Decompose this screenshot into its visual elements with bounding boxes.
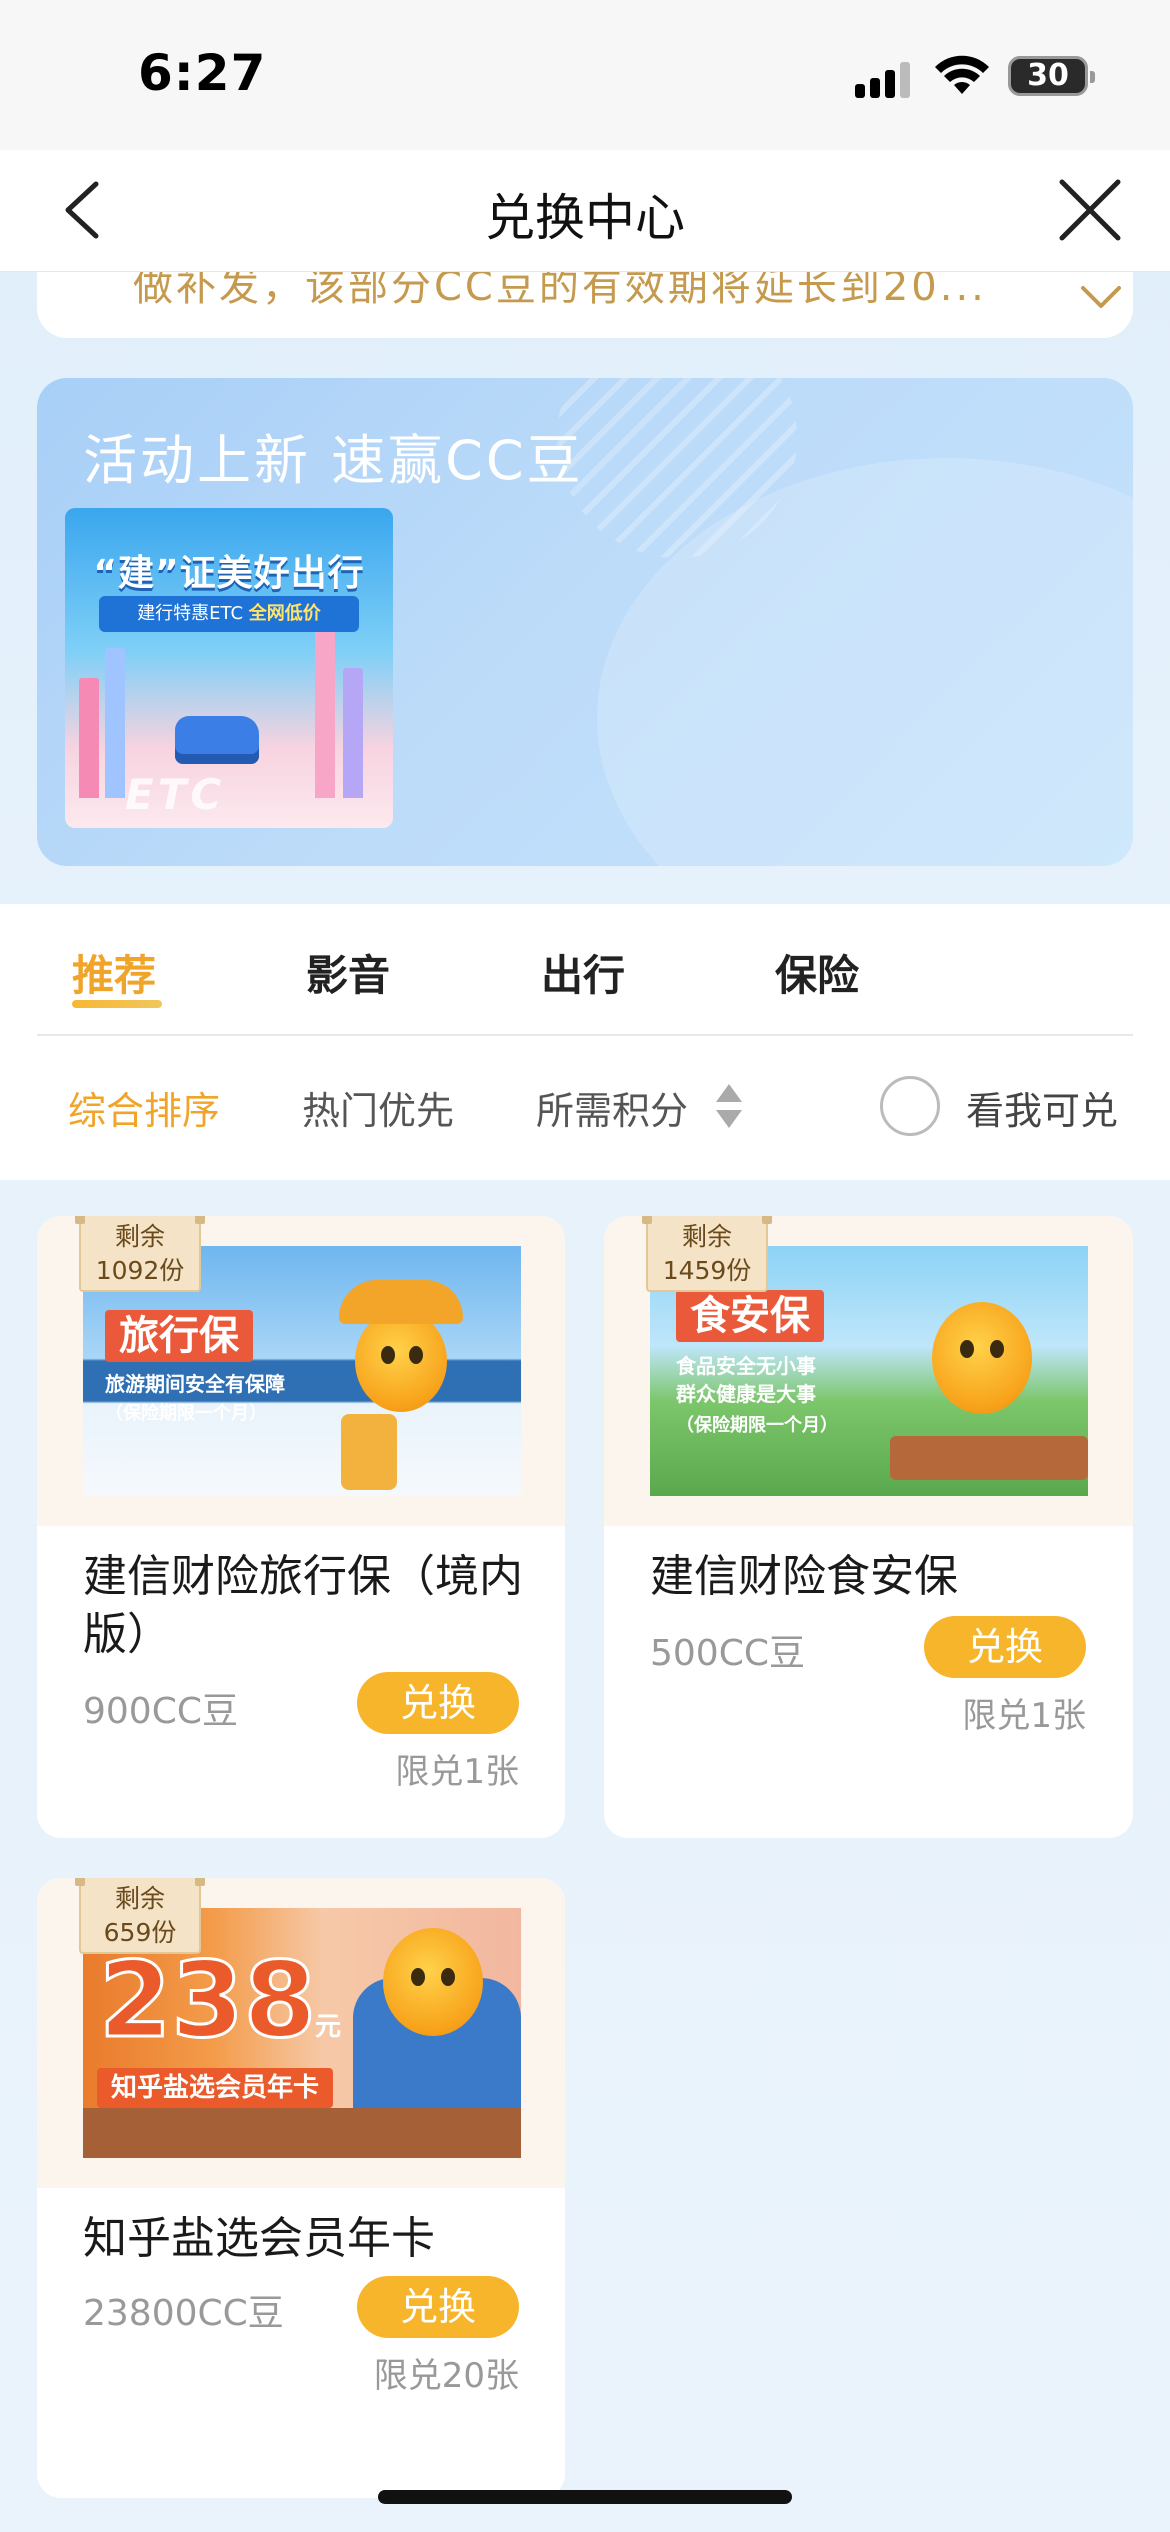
illustration-subtitle: 食品安全无小事	[676, 1354, 816, 1378]
illustration-subtitle-2: 群众健康是大事	[676, 1382, 816, 1406]
product-price: 500CC豆	[650, 1633, 805, 1674]
illustration-title: 食安保	[676, 1290, 824, 1342]
mascot-eye	[960, 1340, 974, 1358]
illustration-note: （保险期限一个月）	[105, 1403, 267, 1424]
product-price: 23800CC豆	[83, 2293, 284, 2334]
page-title: 兑换中心	[485, 189, 685, 247]
promo-headline: “建”证美好出行	[93, 553, 365, 594]
redeem-limit: 限兑1张	[962, 1696, 1086, 1736]
building-shape	[315, 628, 335, 798]
tab-media[interactable]: 影音	[306, 942, 390, 1003]
product-card[interactable]: 剩余 659份 238 元 知乎盐选会员年卡 知乎盐选会员年卡 23800CC豆…	[37, 1878, 565, 2498]
tab-insurance[interactable]: 保险	[775, 942, 859, 1003]
product-name: 建信财险旅行保（境内版）	[83, 1551, 523, 1660]
stock-count: 1459份	[662, 1256, 752, 1285]
close-icon[interactable]	[1050, 170, 1130, 250]
table-shape	[890, 1436, 1088, 1480]
product-card[interactable]: 剩余 1459份 食安保 食品安全无小事 群众健康是大事 （保险期限一个月） 建…	[604, 1216, 1133, 1838]
sort-points[interactable]: 所需积分	[536, 1080, 688, 1135]
sort-arrows-icon[interactable]	[714, 1082, 744, 1130]
stock-count: 659份	[103, 1918, 177, 1947]
hat-shape	[339, 1280, 463, 1324]
building-shape	[343, 668, 363, 798]
sort-default[interactable]: 综合排序	[68, 1080, 220, 1135]
mascot-eye	[381, 1346, 395, 1364]
mascot-illustration	[932, 1302, 1032, 1414]
cellular-signal-icon	[855, 58, 915, 98]
promo-ribbon: 建行特惠ETC 全网低价	[99, 596, 359, 632]
illustration-note: （保险期限一个月）	[676, 1415, 838, 1436]
tab-travel[interactable]: 出行	[541, 942, 625, 1003]
mascot-illustration	[383, 1928, 483, 2036]
notice-text: 做补发，该部分CC豆的有效期将延长到20...	[133, 272, 987, 310]
floor-shape	[83, 2108, 521, 2158]
status-bar: 6:27 30	[0, 0, 1170, 150]
status-time: 6:27	[138, 44, 267, 102]
divider	[37, 1034, 1133, 1036]
stock-label: 剩余	[114, 1222, 165, 1251]
home-indicator	[378, 2490, 792, 2504]
illustration-subtitle: 旅游期间安全有保障	[105, 1372, 285, 1396]
filter-panel: 推荐 影音 出行 保险 综合排序 热门优先 所需积分 看我可兑	[0, 904, 1170, 1180]
redeem-limit: 限兑20张	[373, 2356, 519, 2396]
product-price: 900CC豆	[83, 1691, 238, 1732]
mascot-eye	[409, 1346, 423, 1364]
mascot-eye	[411, 1968, 425, 1986]
mascot-illustration	[355, 1310, 447, 1412]
illustration-title: 知乎盐选会员年卡	[97, 2068, 334, 2108]
battery-icon: 30	[1008, 56, 1095, 96]
redeem-button[interactable]: 兑换	[357, 1672, 519, 1734]
suitcase-shape	[341, 1414, 397, 1490]
mascot-eye	[990, 1340, 1004, 1358]
redeem-limit: 限兑1张	[395, 1752, 519, 1792]
activity-title: 活动上新 速赢CC豆	[83, 429, 584, 492]
can-redeem-radio[interactable]	[880, 1076, 940, 1136]
nav-bar: 兑换中心	[0, 150, 1170, 272]
etc-promo-card[interactable]: “建”证美好出行 建行特惠ETC 全网低价 ETC	[65, 508, 393, 828]
big-number: 238	[97, 1939, 317, 2061]
illustration-title: 旅行保	[105, 1310, 253, 1362]
stock-badge: 剩余 1459份	[642, 1216, 772, 1292]
product-card[interactable]: 剩余 1092份 旅行保 旅游期间安全有保障 （保险期限一个月） 建信财险旅行保…	[37, 1216, 565, 1838]
sort-popular[interactable]: 热门优先	[302, 1080, 454, 1135]
building-shape	[79, 678, 99, 798]
car-illustration	[175, 716, 259, 764]
big-number-unit: 元	[315, 2012, 342, 2042]
can-redeem-label[interactable]: 看我可兑	[966, 1080, 1118, 1135]
stock-label: 剩余	[114, 1884, 165, 1913]
tab-recommended[interactable]: 推荐	[72, 942, 156, 1003]
active-tab-indicator	[72, 1000, 162, 1008]
promo-ribbon-text: 建行特惠ETC	[137, 603, 249, 624]
redeem-button[interactable]: 兑换	[924, 1616, 1086, 1678]
promo-ribbon-highlight: 全网低价	[248, 603, 321, 624]
etc-label: ETC	[125, 770, 226, 819]
building-shape	[105, 648, 125, 798]
redeem-button[interactable]: 兑换	[357, 2276, 519, 2338]
mascot-eye	[441, 1968, 455, 1986]
stock-badge: 剩余 659份	[75, 1878, 205, 1954]
chevron-down-icon[interactable]	[1077, 278, 1125, 318]
product-name: 知乎盐选会员年卡	[83, 2213, 435, 2264]
stock-count: 1092份	[95, 1256, 185, 1285]
activity-banner: 活动上新 速赢CC豆 “建”证美好出行 建行特惠ETC 全网低价 ETC	[37, 378, 1133, 866]
wifi-icon	[935, 55, 989, 94]
notice-bar[interactable]: 做补发，该部分CC豆的有效期将延长到20...	[37, 272, 1133, 338]
product-name: 建信财险食安保	[650, 1551, 958, 1602]
stock-badge: 剩余 1092份	[75, 1216, 205, 1292]
stock-label: 剩余	[681, 1222, 732, 1251]
